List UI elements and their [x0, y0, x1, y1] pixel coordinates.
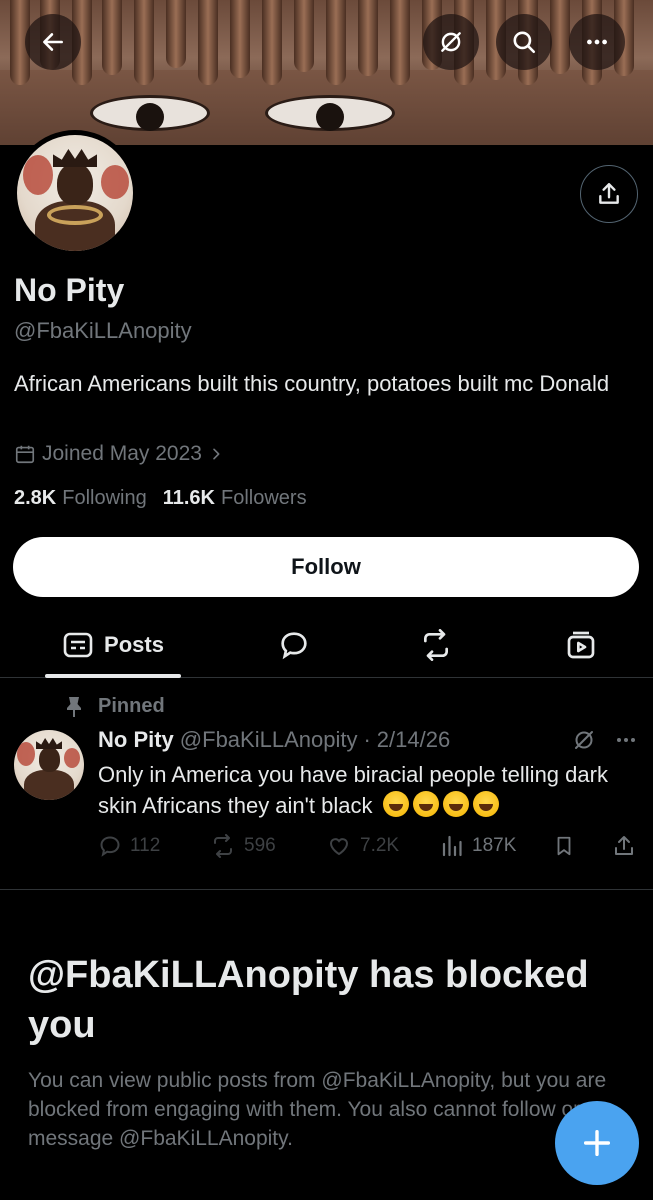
active-tab-indicator	[45, 674, 181, 678]
banner-hair	[134, 0, 154, 85]
more-horizontal-icon	[587, 39, 607, 45]
repost-icon	[214, 834, 232, 858]
laughing-emoji-icon	[382, 791, 409, 817]
bookmark-button[interactable]	[553, 834, 575, 858]
banner-hair	[390, 0, 410, 85]
bookmark-icon	[557, 836, 571, 856]
share-post-button[interactable]	[612, 834, 636, 858]
joined-date: Joined May 2023	[42, 442, 202, 465]
search-button[interactable]	[496, 14, 552, 70]
joined-date-row[interactable]: Joined May 2023	[14, 442, 224, 466]
post-separator: ·	[363, 727, 371, 752]
plus-icon	[583, 1129, 611, 1157]
repost-icon	[424, 629, 448, 661]
share-profile-button[interactable]	[580, 165, 638, 223]
grok-icon[interactable]	[572, 728, 596, 752]
views-count: 187K	[472, 835, 517, 856]
chevron-right-icon	[213, 448, 220, 460]
followers-label: Followers	[221, 487, 307, 509]
laughing-emoji-icon	[442, 791, 469, 817]
post-action-bar: 112 596 7.2K 187K	[98, 834, 643, 860]
post-header: No Pity @FbaKiLLAnopity · 2/14/26	[98, 727, 450, 753]
tab-posts[interactable]: Posts	[45, 612, 181, 678]
repost-button[interactable]: 596	[210, 834, 276, 858]
compose-post-button[interactable]	[555, 1101, 639, 1185]
banner-hair	[230, 0, 250, 78]
share-icon	[599, 183, 619, 204]
follow-stats: 2.8K Following 11.6K Followers	[14, 487, 307, 510]
replies-icon	[281, 632, 307, 660]
blocked-message: You can view public posts from @FbaKiLLA…	[28, 1069, 607, 1150]
profile-banner[interactable]	[0, 0, 653, 145]
profile-avatar[interactable]	[12, 130, 138, 256]
tab-media[interactable]	[549, 612, 613, 678]
search-icon	[513, 31, 536, 54]
repost-count: 596	[244, 835, 276, 856]
posts-icon	[63, 632, 93, 658]
banner-eye	[265, 95, 395, 131]
like-count: 7.2K	[360, 835, 400, 856]
post-body: Only in America you have biracial people…	[98, 762, 608, 818]
followers-count: 11.6K	[162, 487, 215, 509]
banner-eye	[90, 95, 210, 131]
views-button[interactable]: 187K	[440, 834, 516, 858]
banner-hair	[166, 0, 186, 68]
tab-reposts[interactable]	[404, 612, 468, 678]
pin-icon	[67, 696, 81, 717]
follow-button[interactable]: Follow	[13, 537, 639, 597]
banner-hair	[358, 0, 378, 76]
back-button[interactable]	[25, 14, 81, 70]
profile-tabs: Posts	[0, 612, 653, 678]
share-icon	[615, 836, 633, 855]
profile-name: No Pity	[14, 272, 125, 308]
blocked-title: @FbaKiLLAnopity has blocked you	[28, 954, 589, 1046]
banner-hair	[294, 0, 314, 72]
post-text: Only in America you have biracial people…	[98, 759, 638, 821]
media-icon	[567, 631, 595, 659]
banner-hair	[198, 0, 218, 85]
avatar	[17, 135, 133, 251]
reply-button[interactable]: 112	[98, 834, 160, 858]
more-options-button[interactable]	[569, 14, 625, 70]
tab-posts-label: Posts	[104, 632, 164, 657]
grok-icon	[441, 32, 461, 52]
reply-count: 112	[130, 835, 161, 856]
calendar-icon	[15, 445, 35, 464]
post-author-avatar[interactable]	[14, 730, 84, 800]
views-chart-icon	[442, 835, 462, 857]
laughing-emoji-icon	[472, 791, 499, 817]
following-count: 2.8K	[14, 487, 57, 509]
pinned-label: Pinned	[98, 695, 165, 717]
following-label: Following	[62, 487, 147, 509]
post-header-actions	[572, 728, 638, 752]
followers-link[interactable]: 11.6K Followers	[163, 487, 307, 510]
following-link[interactable]: 2.8K Following	[14, 487, 147, 510]
heart-icon	[329, 838, 349, 856]
banner-hair	[326, 0, 346, 85]
more-horizontal-icon[interactable]	[614, 728, 638, 752]
profile-bio: African Americans built this country, po…	[14, 371, 610, 396]
reply-icon	[100, 836, 120, 857]
pinned-indicator: Pinned	[64, 695, 165, 718]
like-button[interactable]: 7.2K	[326, 834, 399, 858]
laughing-emoji-icon	[412, 791, 439, 817]
grok-button[interactable]	[423, 14, 479, 70]
banner-hair	[262, 0, 282, 85]
tab-replies[interactable]	[262, 612, 326, 678]
post-author-name[interactable]: No Pity	[98, 727, 174, 753]
post-author-handle[interactable]: @FbaKiLLAnopity	[180, 727, 358, 753]
post-date[interactable]: 2/14/26	[377, 727, 450, 753]
arrow-left-icon	[43, 33, 63, 51]
profile-handle: @FbaKiLLAnopity	[14, 318, 192, 343]
banner-hair	[550, 0, 570, 74]
banner-hair	[102, 0, 122, 75]
